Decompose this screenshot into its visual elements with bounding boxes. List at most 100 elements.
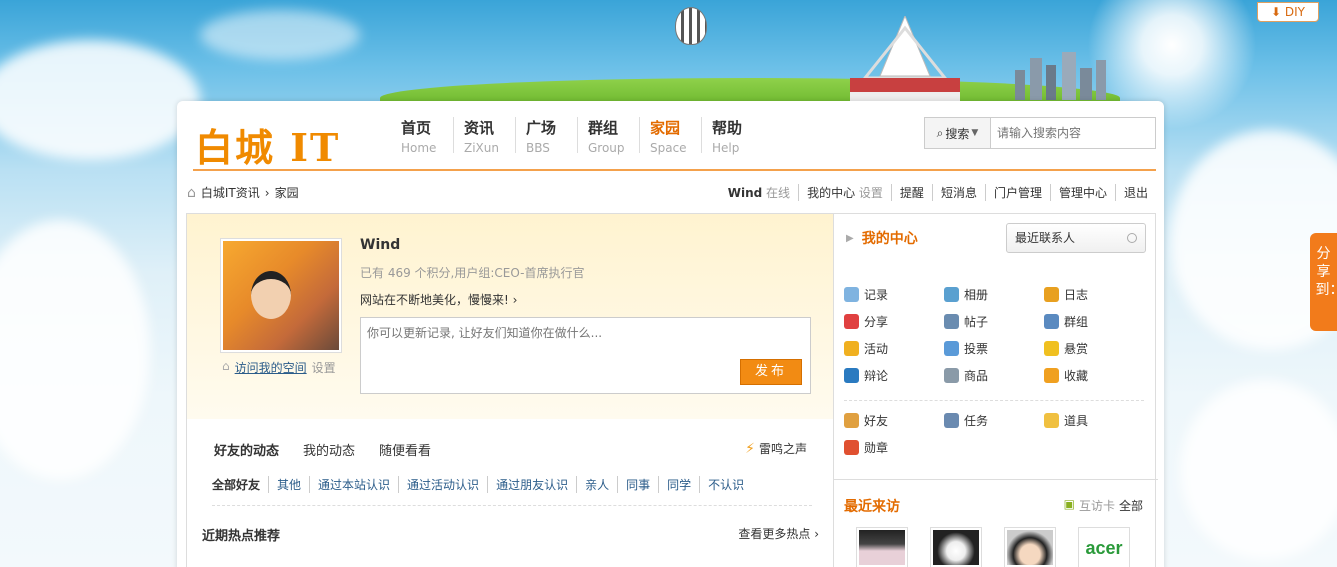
nav-space[interactable]: 家园 Space bbox=[639, 117, 701, 155]
magnifier-icon bbox=[944, 314, 959, 329]
tab-friends-feed[interactable]: 好友的动态 bbox=[214, 440, 279, 459]
left-column: ⌂ 访问我的空间 设置 Wind 已有 469 个积分,用户组:CEO-首席执行… bbox=[187, 214, 833, 567]
menu-item[interactable]: 帖子 bbox=[944, 313, 1044, 330]
notebook-icon bbox=[1044, 287, 1059, 302]
visitor-avatar[interactable] bbox=[856, 527, 908, 567]
filter-site[interactable]: 通过本站认识 bbox=[309, 476, 398, 493]
nav-label: 帮助 bbox=[712, 119, 743, 137]
nav-sublabel: Home bbox=[401, 141, 437, 155]
nav-zixun[interactable]: 资讯 ZiXun bbox=[453, 117, 515, 155]
visitors-actions: ▣ 互访卡 全部 bbox=[1064, 497, 1143, 514]
menu-item[interactable]: 收藏 bbox=[1044, 367, 1144, 384]
my-center-link[interactable]: 我的中心 bbox=[807, 186, 855, 200]
share-tab[interactable]: 分享到： bbox=[1310, 233, 1337, 331]
remind-link[interactable]: 提醒 bbox=[890, 184, 932, 201]
visit-card-link[interactable]: 互访卡 bbox=[1079, 497, 1115, 514]
home-icon[interactable]: ⌂ bbox=[187, 185, 196, 201]
menu-item[interactable]: 道具 bbox=[1044, 412, 1144, 429]
menu-item[interactable]: 活动 bbox=[844, 340, 944, 357]
profile-info: 已有 469 个积分,用户组:CEO-首席执行官 bbox=[360, 266, 585, 280]
nav-label: 家园 bbox=[650, 119, 681, 137]
feed-tabs: 好友的动态 我的动态 随便看看 bbox=[214, 440, 431, 459]
menu-item[interactable]: 悬赏 bbox=[1044, 340, 1144, 357]
menu-item-label: 投票 bbox=[964, 342, 989, 356]
filter-other[interactable]: 其他 bbox=[268, 476, 309, 493]
filter-friend[interactable]: 通过朋友认识 bbox=[487, 476, 576, 493]
recent-contacts-dropdown[interactable]: 最近联系人 bbox=[1006, 223, 1146, 253]
menu-item[interactable]: 日志 bbox=[1044, 286, 1144, 303]
cloud-decoration bbox=[0, 40, 200, 160]
site-logo[interactable]: 白城 IT bbox=[195, 117, 340, 172]
menu-item[interactable]: 勋章 bbox=[844, 439, 944, 456]
logout-link[interactable]: 退出 bbox=[1114, 184, 1156, 201]
tab-random[interactable]: 随便看看 bbox=[379, 440, 431, 459]
menu-item-label: 好友 bbox=[864, 414, 889, 428]
nav-home[interactable]: 首页 Home bbox=[391, 117, 453, 155]
menu-item-label: 辩论 bbox=[864, 369, 889, 383]
profile-settings-link[interactable]: 设置 bbox=[312, 359, 336, 376]
menu-item[interactable]: 辩论 bbox=[844, 367, 944, 384]
filter-classmate[interactable]: 同学 bbox=[658, 476, 699, 493]
search-input[interactable] bbox=[991, 118, 1155, 148]
task-icon bbox=[944, 413, 959, 428]
menu-item-label: 商品 bbox=[964, 369, 989, 383]
filter-unknown[interactable]: 不认识 bbox=[699, 476, 752, 493]
nav-help[interactable]: 帮助 Help bbox=[701, 117, 763, 155]
nav-sublabel: ZiXun bbox=[464, 141, 499, 155]
menu-item[interactable]: 好友 bbox=[844, 412, 944, 429]
portal-admin-link[interactable]: 门户管理 bbox=[984, 184, 1050, 201]
username-link[interactable]: Wind bbox=[728, 186, 762, 200]
my-center-title: 我的中心 bbox=[861, 231, 918, 247]
filter-activity[interactable]: 通过活动认识 bbox=[398, 476, 487, 493]
menu-item[interactable]: 商品 bbox=[944, 367, 1044, 384]
profile-message-row[interactable]: 网站在不断地美化，慢慢来! › bbox=[360, 291, 517, 308]
caret-down-icon: ▼ bbox=[971, 128, 979, 138]
menu-item-label: 日志 bbox=[1064, 288, 1089, 302]
search-type-dropdown[interactable]: ⌕ 搜索 ▼ bbox=[925, 118, 991, 148]
thunder-link[interactable]: ⚡ 雷鸣之声 bbox=[745, 440, 807, 457]
filter-all[interactable]: 全部好友 bbox=[212, 476, 268, 493]
nav-sublabel: Help bbox=[712, 141, 740, 155]
triangle-right-icon: ▶ bbox=[846, 232, 854, 244]
publish-button[interactable]: 发布 bbox=[740, 359, 802, 385]
visitor-avatar[interactable] bbox=[1004, 527, 1056, 567]
visit-space-link[interactable]: 访问我的空间 bbox=[235, 359, 307, 376]
filter-family[interactable]: 亲人 bbox=[576, 476, 617, 493]
visitor-image bbox=[1007, 530, 1053, 565]
nav-sublabel: BBS bbox=[526, 141, 550, 155]
cloud-decoration bbox=[1180, 380, 1337, 560]
menu-item[interactable]: 分享 bbox=[844, 313, 944, 330]
more-hot-link[interactable]: 查看更多热点 › bbox=[738, 525, 819, 542]
breadcrumb-site-link[interactable]: 白城IT资讯 bbox=[201, 184, 260, 201]
menu-item[interactable]: 投票 bbox=[944, 340, 1044, 357]
all-visitors-link[interactable]: 全部 bbox=[1119, 497, 1143, 514]
admin-center-link[interactable]: 管理中心 bbox=[1049, 184, 1115, 201]
bar-chart-icon bbox=[944, 341, 959, 356]
visitor-image bbox=[933, 530, 979, 565]
tab-my-feed[interactable]: 我的动态 bbox=[303, 440, 355, 459]
user-toolbar: Wind 在线 我的中心 设置 提醒 短消息 门户管理 管理中心 退出 bbox=[720, 184, 1156, 201]
nav-bbs[interactable]: 广场 BBS bbox=[515, 117, 577, 155]
settings-link[interactable]: 设置 bbox=[859, 186, 883, 200]
visitor-avatar[interactable]: acer bbox=[1078, 527, 1130, 567]
menu-item[interactable]: 记录 bbox=[844, 286, 944, 303]
search-type-label: 搜索 bbox=[945, 126, 970, 141]
lightning-icon: ⚡ bbox=[745, 440, 755, 457]
breadcrumb-current: 家园 bbox=[274, 186, 299, 200]
diy-button[interactable]: ⬇ DIY bbox=[1257, 2, 1319, 22]
filter-colleague[interactable]: 同事 bbox=[617, 476, 658, 493]
nav-group[interactable]: 群组 Group bbox=[577, 117, 639, 155]
main-nav: 首页 Home 资讯 ZiXun 广场 BBS 群组 Group 家园 Space 帮助 H… bbox=[391, 117, 763, 155]
menu-item[interactable]: 相册 bbox=[944, 286, 1044, 303]
chevron-right-icon: › bbox=[512, 293, 518, 307]
menu-item[interactable]: 任务 bbox=[944, 412, 1044, 429]
my-center-menu: 记录 相册 日志分享 帖子 群组活动 投票 悬赏辩论 商品 收藏 bbox=[844, 286, 1144, 384]
recent-visitors-title: 最近来访 bbox=[844, 499, 900, 515]
group-icon bbox=[1044, 314, 1059, 329]
avatar-image bbox=[223, 241, 339, 350]
menu-item[interactable]: 群组 bbox=[1044, 313, 1144, 330]
messages-link[interactable]: 短消息 bbox=[931, 184, 985, 201]
avatar[interactable] bbox=[220, 238, 342, 353]
visitor-avatar[interactable] bbox=[930, 527, 982, 567]
wand-icon bbox=[1044, 413, 1059, 428]
